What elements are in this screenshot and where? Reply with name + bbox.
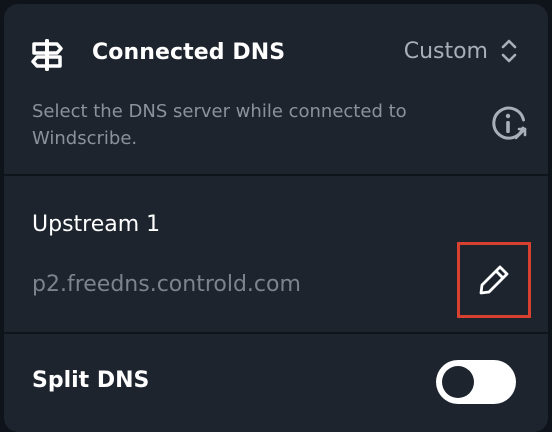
dns-mode-select[interactable]: Custom bbox=[404, 38, 518, 64]
dns-header: Connected DNS Custom bbox=[4, 4, 548, 100]
connected-dns-title: Connected DNS bbox=[92, 40, 286, 65]
split-dns-toggle[interactable] bbox=[436, 360, 516, 404]
dns-settings-panel: Connected DNS Custom Select the DNS serv… bbox=[4, 4, 548, 432]
upstream-server-value: p2.freedns.controld.com bbox=[32, 272, 301, 297]
upstream-label: Upstream 1 bbox=[32, 212, 161, 237]
pencil-icon bbox=[479, 265, 509, 295]
toggle-knob bbox=[442, 366, 474, 398]
dns-description: Select the DNS server while connected to… bbox=[32, 101, 407, 149]
dns-mode-value: Custom bbox=[403, 38, 488, 64]
info-external-icon[interactable] bbox=[490, 104, 530, 144]
dns-signpost-icon bbox=[31, 39, 63, 71]
split-dns-label: Split DNS bbox=[32, 368, 150, 393]
chevron-updown-icon bbox=[501, 39, 517, 63]
section-divider bbox=[4, 174, 548, 176]
section-divider bbox=[4, 332, 548, 334]
edit-upstream-button[interactable] bbox=[457, 242, 531, 318]
